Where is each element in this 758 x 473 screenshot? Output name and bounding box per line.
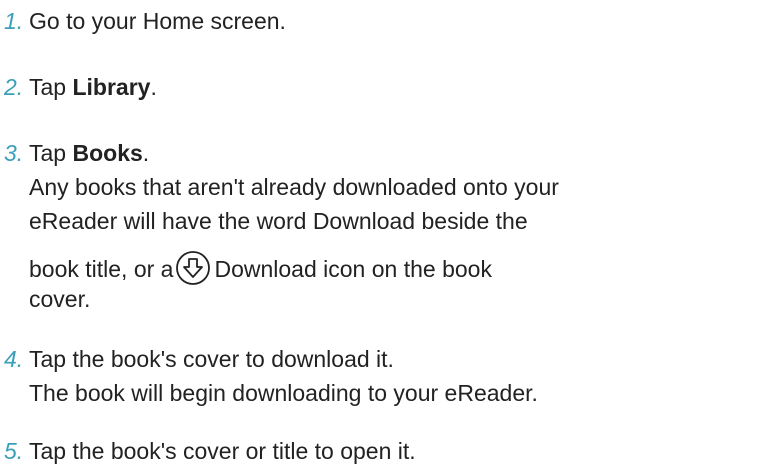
step-text: Tap the book's cover to download it. [29, 346, 394, 372]
step-detail-line: eReader will have the word Download besi… [29, 208, 528, 234]
download-icon [175, 250, 211, 286]
step-detail-line: Any books that aren't already downloaded… [29, 174, 559, 200]
library-label: Library [72, 74, 151, 100]
step-detail-line: book title, or a Download icon on the bo… [29, 250, 492, 286]
step-text-suffix: . [150, 74, 157, 100]
step-text: Tap Library. [29, 72, 157, 102]
step-text: Tap Books. [29, 138, 149, 168]
step-text: Go to your Home screen. [29, 8, 286, 34]
step-detail-line: The book will begin downloading to your … [29, 380, 538, 406]
step-text-prefix: Tap [29, 74, 73, 100]
books-label: Books [72, 140, 143, 166]
step-text-prefix: Tap [29, 140, 73, 166]
step-number: 5. [4, 438, 24, 464]
step-number: 1. [4, 8, 24, 34]
step-detail-after-icon: Download icon on the book [214, 256, 492, 282]
step-number: 3. [4, 140, 24, 166]
step-detail-line: cover. [29, 286, 91, 312]
step-text-suffix: . [142, 140, 150, 166]
step-text: Tap the book's cover or title to open it… [29, 438, 416, 464]
step-detail-before-icon: book title, or a [29, 256, 174, 282]
step-number: 2. [4, 74, 24, 100]
step-number: 4. [4, 346, 24, 372]
